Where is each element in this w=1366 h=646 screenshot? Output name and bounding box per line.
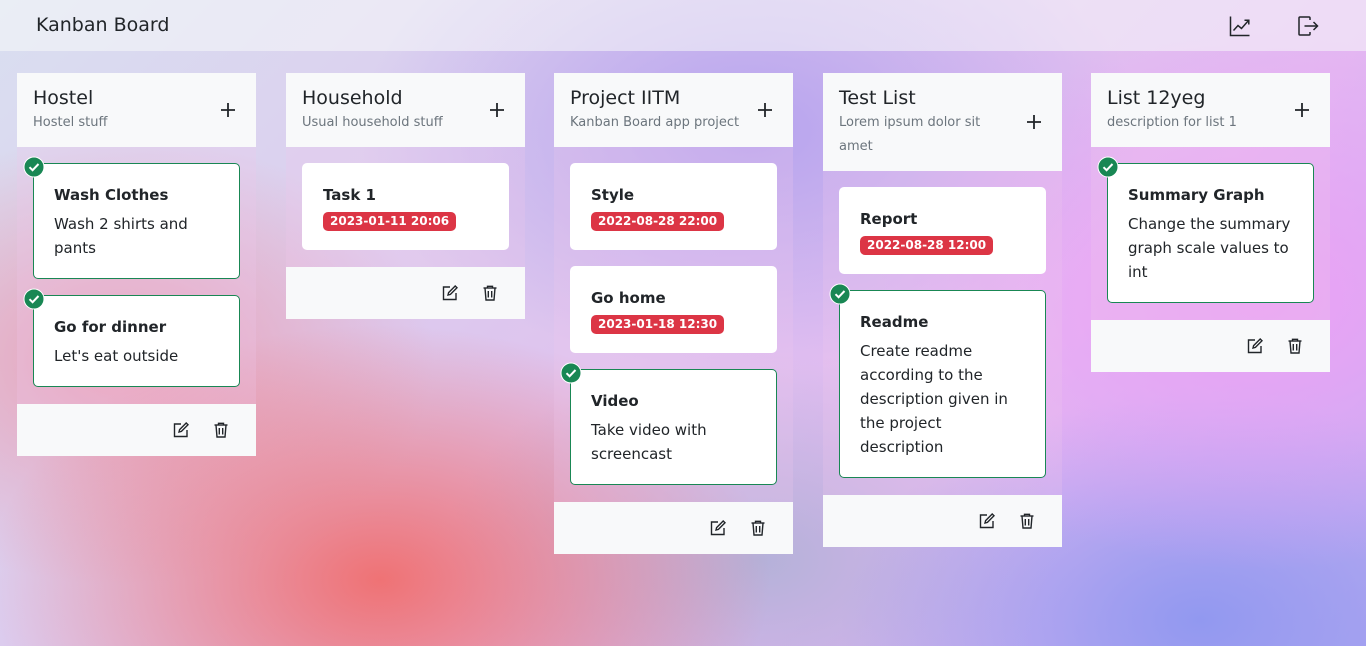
navbar: Kanban Board bbox=[0, 0, 1366, 51]
board: Hostel Hostel stuff Wash Clothes Wash 2 shi… bbox=[0, 51, 1366, 646]
list-column: List 12yeg description for list 1 Summary … bbox=[1091, 73, 1330, 372]
list-description: Usual household stuff bbox=[302, 115, 443, 130]
delete-list-icon[interactable] bbox=[749, 519, 767, 537]
card-content: Change the summary graph scale values to… bbox=[1128, 215, 1291, 281]
task-card[interactable]: Readme Create readme according to the des… bbox=[829, 283, 1046, 478]
list-header: Household Usual household stuff bbox=[286, 73, 525, 147]
list-title: List 12yeg bbox=[1107, 87, 1206, 109]
list-header: Test List Lorem ipsum dolor sit amet bbox=[823, 73, 1062, 171]
list-title: Household bbox=[302, 87, 403, 109]
list-header: List 12yeg description for list 1 bbox=[1091, 73, 1330, 147]
chart-line-icon[interactable] bbox=[1229, 15, 1251, 37]
task-card[interactable]: Summary Graph Change the summary graph sc… bbox=[1097, 156, 1314, 303]
add-card-icon[interactable] bbox=[1292, 100, 1312, 120]
edit-list-icon[interactable] bbox=[978, 512, 996, 530]
task-card[interactable]: Report 2022-08-28 12:00 bbox=[839, 187, 1046, 274]
list-description: Kanban Board app project bbox=[570, 115, 740, 130]
task-card[interactable]: Wash Clothes Wash 2 shirts and pants bbox=[23, 156, 240, 279]
logout-icon[interactable] bbox=[1297, 15, 1319, 37]
card-title: Report bbox=[860, 210, 918, 228]
completed-check-icon bbox=[560, 362, 582, 384]
delete-list-icon[interactable] bbox=[212, 421, 230, 439]
delete-list-icon[interactable] bbox=[1286, 337, 1304, 355]
list-title: Test List bbox=[839, 87, 916, 109]
card-container: Style 2022-08-28 22:00 Go home 2023-01-18 1… bbox=[554, 147, 793, 502]
card-title: Wash Clothes bbox=[54, 186, 169, 204]
delete-list-icon[interactable] bbox=[1018, 512, 1036, 530]
completed-check-icon bbox=[1097, 156, 1119, 178]
card-content: Take video with screencast bbox=[591, 421, 707, 463]
task-card[interactable]: Go home 2023-01-18 12:30 bbox=[570, 266, 777, 353]
deadline-badge: 2022-08-28 22:00 bbox=[591, 212, 725, 231]
card-container: Wash Clothes Wash 2 shirts and pants Go fo… bbox=[17, 147, 256, 404]
task-card[interactable]: Task 1 2023-01-11 20:06 bbox=[302, 163, 509, 250]
card-content: Wash 2 shirts and pants bbox=[54, 215, 188, 257]
card-title: Style bbox=[591, 186, 635, 204]
card-container: Summary Graph Change the summary graph sc… bbox=[1091, 147, 1330, 320]
list-footer bbox=[823, 495, 1062, 547]
list-column: Hostel Hostel stuff Wash Clothes Wash 2 shi… bbox=[17, 73, 256, 456]
task-card[interactable]: Video Take video with screencast bbox=[560, 362, 777, 485]
card-title: Readme bbox=[860, 313, 929, 331]
completed-check-icon bbox=[829, 283, 851, 305]
card-container: Report 2022-08-28 12:00 Readme Create readm… bbox=[823, 171, 1062, 495]
list-column: Household Usual household stuff Task 1 2023… bbox=[286, 73, 525, 319]
add-card-icon[interactable] bbox=[487, 100, 507, 120]
list-footer bbox=[1091, 320, 1330, 372]
edit-list-icon[interactable] bbox=[1246, 337, 1264, 355]
list-footer bbox=[17, 404, 256, 456]
list-description: description for list 1 bbox=[1107, 115, 1237, 130]
list-footer bbox=[286, 267, 525, 319]
card-content: Create readme according to the descripti… bbox=[860, 342, 1008, 456]
edit-list-icon[interactable] bbox=[441, 284, 459, 302]
list-description: Lorem ipsum dolor sit amet bbox=[839, 115, 981, 154]
list-header: Project IITM Kanban Board app project bbox=[554, 73, 793, 147]
list-footer bbox=[554, 502, 793, 554]
task-card[interactable]: Style 2022-08-28 22:00 bbox=[570, 163, 777, 250]
completed-check-icon bbox=[23, 288, 45, 310]
edit-list-icon[interactable] bbox=[172, 421, 190, 439]
add-card-icon[interactable] bbox=[218, 100, 238, 120]
list-header: Hostel Hostel stuff bbox=[17, 73, 256, 147]
add-card-icon[interactable] bbox=[755, 100, 775, 120]
list-column: Test List Lorem ipsum dolor sit amet Repor… bbox=[823, 73, 1062, 547]
card-content: Let's eat outside bbox=[54, 347, 179, 365]
card-title: Summary Graph bbox=[1128, 186, 1265, 204]
task-card[interactable]: Go for dinner Let's eat outside bbox=[23, 288, 240, 387]
deadline-badge: 2023-01-18 12:30 bbox=[591, 315, 725, 334]
list-title: Hostel bbox=[33, 87, 94, 109]
completed-check-icon bbox=[23, 156, 45, 178]
list-column: Project IITM Kanban Board app project Styl… bbox=[554, 73, 793, 554]
edit-list-icon[interactable] bbox=[709, 519, 727, 537]
list-description: Hostel stuff bbox=[33, 115, 108, 130]
app-title[interactable]: Kanban Board bbox=[36, 14, 169, 36]
deadline-badge: 2023-01-11 20:06 bbox=[323, 212, 457, 231]
add-card-icon[interactable] bbox=[1024, 112, 1044, 132]
delete-list-icon[interactable] bbox=[481, 284, 499, 302]
card-title: Task 1 bbox=[323, 186, 376, 204]
card-title: Go for dinner bbox=[54, 318, 167, 336]
card-title: Video bbox=[591, 392, 639, 410]
card-container: Task 1 2023-01-11 20:06 bbox=[286, 147, 525, 267]
list-title: Project IITM bbox=[570, 87, 681, 109]
card-title: Go home bbox=[591, 289, 666, 307]
deadline-badge: 2022-08-28 12:00 bbox=[860, 236, 994, 255]
